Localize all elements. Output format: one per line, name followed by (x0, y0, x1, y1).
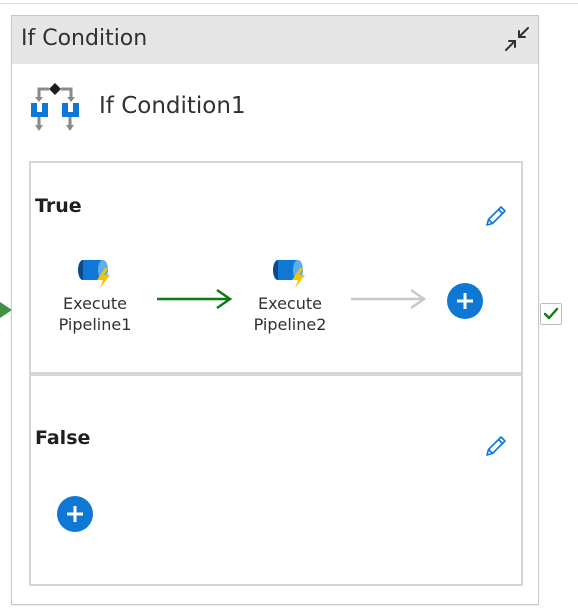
container-title: If Condition (21, 26, 148, 51)
add-activity-true-button[interactable] (447, 283, 483, 319)
activity-label-line2: Pipeline2 (253, 315, 327, 334)
checkmark-icon (543, 307, 559, 320)
execute-pipeline-icon (78, 260, 110, 288)
collapse-button[interactable] (502, 24, 532, 54)
canvas-top-border (0, 3, 578, 4)
true-branch[interactable]: True Execute Pipeline1 Execute Pipeline2 (29, 161, 523, 374)
collapse-arrows-icon (505, 27, 529, 51)
execute-pipeline-icon (273, 260, 305, 288)
execute-pipeline1-activity[interactable]: Execute Pipeline1 (40, 255, 150, 335)
container-header: If Condition (12, 16, 538, 64)
true-branch-label: True (35, 195, 82, 217)
success-output-port[interactable] (540, 303, 562, 325)
pencil-icon (486, 436, 506, 456)
activity-label-line1: Execute (258, 294, 322, 313)
activity-name: If Condition1 (99, 93, 246, 119)
edit-true-branch-button[interactable] (483, 203, 509, 229)
activity-label-line2: Pipeline1 (58, 315, 132, 334)
add-activity-false-button[interactable] (57, 496, 93, 532)
pencil-icon (486, 206, 506, 226)
if-condition-container[interactable]: If Condition If Condition1 True Execute … (11, 15, 539, 605)
execute-pipeline2-activity[interactable]: Execute Pipeline2 (235, 255, 345, 335)
false-branch-label: False (35, 427, 91, 449)
edit-false-branch-button[interactable] (483, 433, 509, 459)
activity-label-line1: Execute (63, 294, 127, 313)
false-branch[interactable]: False (29, 374, 523, 586)
add-connector-arrow (351, 288, 427, 310)
success-connector-arrow (157, 288, 233, 310)
if-condition-icon (29, 82, 81, 134)
